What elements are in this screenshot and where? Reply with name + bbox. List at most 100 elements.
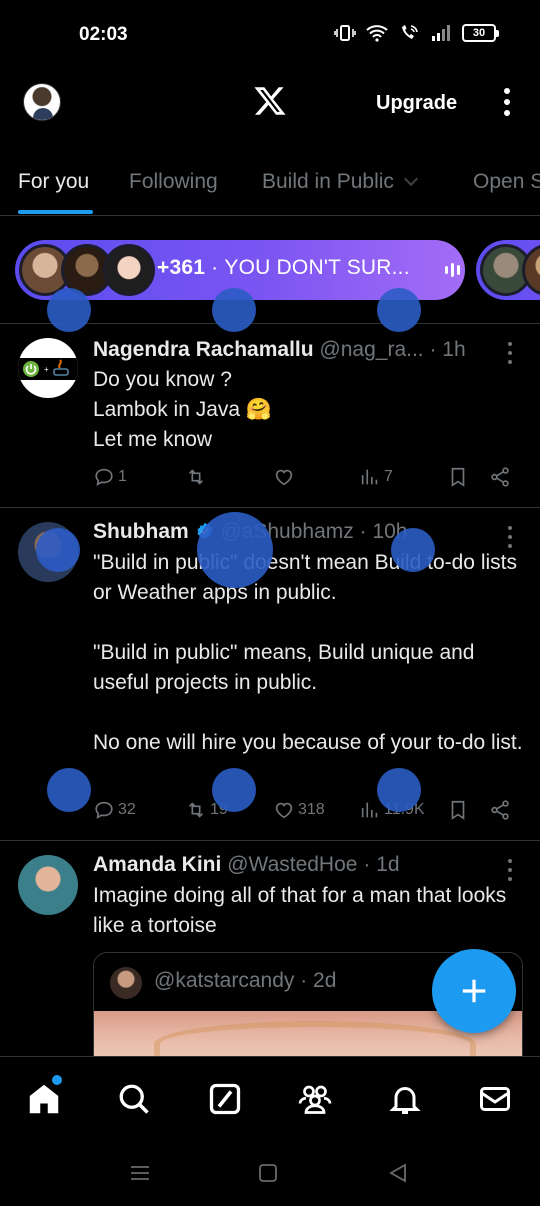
more-options-icon[interactable]	[496, 86, 518, 118]
reply-button[interactable]: 1	[93, 466, 127, 488]
tab-open-source[interactable]: Open S	[473, 170, 540, 194]
touch-indicator	[47, 768, 91, 812]
back-icon[interactable]	[386, 1162, 410, 1184]
bookmark-icon	[451, 467, 465, 487]
status-time: 02:03	[79, 24, 128, 45]
nav-home[interactable]	[26, 1081, 62, 1117]
bookmark-button[interactable]	[447, 799, 469, 821]
views-icon	[361, 802, 378, 818]
heart-icon	[275, 469, 293, 486]
tweet-avatar[interactable]: +	[18, 338, 78, 398]
views-count: 7	[384, 468, 393, 485]
author-name[interactable]: Shubham	[93, 520, 189, 543]
tweet[interactable]: + Nagendra Rachamallu @nag_ra... · 1h Do…	[0, 324, 540, 508]
compose-post-button[interactable]	[432, 949, 516, 1033]
touch-indicator	[391, 528, 435, 572]
battery-indicator: 30	[462, 24, 499, 42]
status-bar: 02:03 30	[0, 0, 540, 70]
space-separator: ·	[211, 256, 219, 279]
like-button[interactable]	[273, 466, 298, 488]
quoted-author-handle: @katstarcandy	[154, 969, 295, 992]
touch-indicator	[377, 768, 421, 812]
tab-build-in-public-label: Build in Public	[262, 170, 394, 193]
tweet-more-icon[interactable]	[505, 526, 515, 548]
bell-icon	[389, 1087, 421, 1114]
repost-icon	[188, 469, 204, 485]
reply-icon	[95, 468, 113, 486]
like-count: 318	[298, 801, 325, 818]
live-space-pill[interactable]	[476, 240, 540, 300]
share-button[interactable]	[489, 799, 511, 821]
nav-search[interactable]	[116, 1081, 152, 1117]
tweet-text: "Build in public" doesn't mean Build to-…	[93, 551, 523, 754]
touch-indicator	[47, 288, 91, 332]
space-listener-count: +361	[157, 256, 206, 279]
signal-icon	[432, 25, 450, 41]
reply-count: 32	[118, 801, 136, 818]
touch-indicator	[212, 288, 256, 332]
views-icon	[361, 469, 378, 485]
views-button[interactable]: 7	[359, 466, 393, 488]
grok-icon	[209, 1083, 241, 1115]
heart-icon	[275, 802, 293, 819]
plus-icon	[462, 979, 486, 1003]
tweet-time[interactable]: · 1h	[429, 338, 465, 361]
like-button[interactable]: 318	[273, 799, 325, 821]
tweet-text: Do you know ? Lambok in Java 🤗 Let me kn…	[93, 368, 273, 451]
tweet-time[interactable]: · 1d	[363, 853, 399, 876]
x-logo-icon[interactable]	[252, 84, 288, 118]
touch-indicator	[212, 768, 256, 812]
share-icon	[491, 800, 509, 820]
tweet-more-icon[interactable]	[505, 342, 515, 364]
tab-build-in-public[interactable]: Build in Public	[262, 170, 418, 194]
tweet-text: Imagine doing all of that for a man that…	[93, 884, 507, 937]
repost-icon	[188, 802, 204, 818]
audio-wave-icon	[445, 263, 460, 277]
reply-button[interactable]: 32	[93, 799, 136, 821]
touch-indicator	[36, 528, 80, 572]
space-title-text: YOU DON'T SUR...	[224, 256, 410, 279]
reply-count: 1	[118, 468, 127, 485]
recent-apps-icon[interactable]	[128, 1162, 152, 1184]
quoted-tweet-time: · 2d	[300, 969, 337, 992]
quoted-author-avatar	[110, 967, 142, 999]
author-name[interactable]: Nagendra Rachamallu	[93, 338, 314, 361]
vibrate-icon	[334, 25, 356, 41]
space-title: +361 · YOU DON'T SUR...	[157, 256, 410, 280]
upgrade-button[interactable]: Upgrade	[376, 92, 457, 115]
timeline-tabs: For you Following Build in Public Open S	[0, 140, 540, 216]
reply-icon	[95, 801, 113, 819]
tab-for-you[interactable]: For you	[18, 170, 89, 194]
share-icon	[491, 467, 509, 487]
space-speaker-avatar	[103, 244, 155, 296]
tweet-actions: 32 19 318 11.9K	[93, 799, 518, 829]
communities-icon	[298, 1085, 332, 1114]
system-navigation-bar	[0, 1140, 540, 1206]
nav-grok[interactable]	[207, 1081, 243, 1117]
touch-indicator	[377, 288, 421, 332]
share-button[interactable]	[489, 466, 511, 488]
wifi-calling-icon	[402, 25, 418, 39]
unread-dot	[52, 1075, 62, 1085]
author-handle[interactable]: @WastedHoe	[227, 853, 357, 876]
touch-indicator	[197, 512, 273, 588]
bookmark-icon	[451, 800, 465, 820]
profile-avatar[interactable]	[23, 83, 61, 121]
tweet-header: Nagendra Rachamallu @nag_ra... · 1h	[93, 338, 466, 362]
home-icon	[29, 1084, 59, 1114]
tweet-actions: 1 7	[93, 466, 518, 496]
nav-communities[interactable]	[297, 1081, 333, 1117]
tweet-avatar[interactable]	[18, 855, 78, 915]
nav-notifications[interactable]	[387, 1081, 423, 1117]
tab-following[interactable]: Following	[129, 170, 218, 194]
quoted-tweet-header: @katstarcandy · 2d	[154, 969, 336, 993]
nav-messages[interactable]	[477, 1081, 513, 1117]
repost-button[interactable]	[185, 466, 210, 488]
author-name[interactable]: Amanda Kini	[93, 853, 221, 876]
bookmark-button[interactable]	[447, 466, 469, 488]
home-button-icon[interactable]	[256, 1162, 280, 1184]
tweet-more-icon[interactable]	[505, 859, 515, 881]
mail-icon	[480, 1087, 510, 1111]
svg-text:+: +	[44, 365, 49, 374]
author-handle[interactable]: @nag_ra...	[319, 338, 423, 361]
